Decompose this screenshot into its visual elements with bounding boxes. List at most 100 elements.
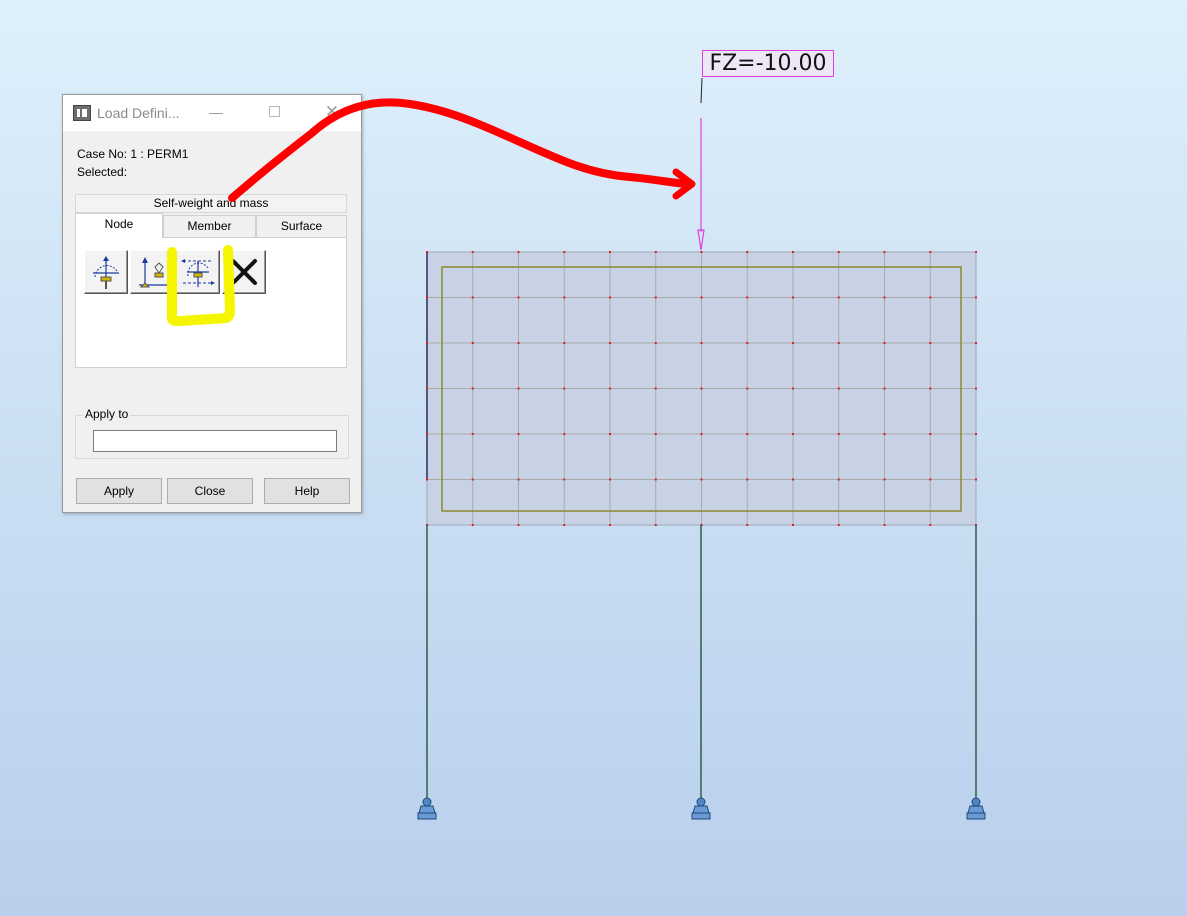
- mesh-node[interactable]: [883, 478, 886, 481]
- mesh-node[interactable]: [792, 296, 794, 299]
- mesh-node[interactable]: [426, 433, 428, 435]
- mesh-node[interactable]: [700, 478, 703, 481]
- pinned-support-icon[interactable]: [966, 797, 986, 820]
- mesh-node[interactable]: [837, 524, 840, 526]
- mesh-node[interactable]: [563, 387, 566, 390]
- mesh-node[interactable]: [883, 433, 886, 435]
- mesh-node[interactable]: [654, 251, 657, 253]
- slab-panel[interactable]: [426, 251, 977, 526]
- mesh-node[interactable]: [929, 387, 932, 390]
- mesh-node[interactable]: [609, 433, 611, 435]
- mesh-node[interactable]: [837, 478, 840, 481]
- mesh-node[interactable]: [517, 433, 520, 435]
- mesh-node[interactable]: [654, 387, 657, 390]
- mesh-node[interactable]: [563, 251, 566, 253]
- mesh-node[interactable]: [975, 433, 977, 435]
- mesh-node[interactable]: [746, 524, 749, 526]
- mesh-node[interactable]: [837, 251, 840, 253]
- mesh-node[interactable]: [883, 524, 886, 526]
- mesh-node[interactable]: [883, 296, 886, 299]
- mesh-node[interactable]: [700, 433, 703, 435]
- mesh-node[interactable]: [792, 478, 794, 481]
- mesh-node[interactable]: [746, 251, 749, 253]
- mesh-node[interactable]: [654, 342, 657, 344]
- mesh-node[interactable]: [700, 251, 703, 253]
- apply-button[interactable]: Apply: [76, 478, 162, 504]
- mesh-node[interactable]: [837, 387, 840, 390]
- mesh-node[interactable]: [654, 478, 657, 481]
- apply-to-input[interactable]: [93, 430, 337, 452]
- mesh-node[interactable]: [746, 478, 749, 481]
- mesh-node[interactable]: [471, 524, 474, 526]
- tab-member[interactable]: Member: [163, 215, 256, 237]
- mesh-node[interactable]: [929, 251, 932, 253]
- mesh-node[interactable]: [517, 387, 520, 390]
- nodal-force-button[interactable]: [84, 250, 128, 294]
- mesh-node[interactable]: [975, 342, 977, 344]
- mesh-node[interactable]: [837, 433, 840, 435]
- mesh-node[interactable]: [517, 296, 520, 299]
- mesh-node[interactable]: [746, 387, 749, 390]
- mesh-node[interactable]: [654, 433, 657, 435]
- mesh-node[interactable]: [883, 251, 886, 253]
- mesh-node[interactable]: [426, 387, 428, 390]
- mesh-node[interactable]: [975, 478, 977, 481]
- close-button[interactable]: Close: [167, 478, 253, 504]
- mesh-node[interactable]: [471, 251, 474, 253]
- nodal-load-arrow[interactable]: [697, 77, 705, 251]
- mesh-node[interactable]: [929, 478, 932, 481]
- pinned-support-icon[interactable]: [417, 797, 437, 820]
- mesh-node[interactable]: [700, 387, 703, 390]
- mesh-node[interactable]: [975, 251, 977, 253]
- mesh-node[interactable]: [563, 433, 566, 435]
- mesh-node[interactable]: [563, 524, 566, 526]
- mesh-node[interactable]: [426, 251, 428, 253]
- mesh-node[interactable]: [609, 342, 611, 344]
- mesh-node[interactable]: [654, 296, 657, 299]
- self-weight-and-mass-tab[interactable]: Self-weight and mass: [75, 194, 347, 213]
- mesh-node[interactable]: [883, 387, 886, 390]
- mesh-node[interactable]: [792, 251, 794, 253]
- help-button[interactable]: Help: [264, 478, 350, 504]
- mesh-node[interactable]: [517, 342, 520, 344]
- mesh-node[interactable]: [517, 251, 520, 253]
- tab-node[interactable]: Node: [75, 213, 163, 238]
- mesh-node[interactable]: [609, 524, 611, 526]
- mesh-node[interactable]: [883, 342, 886, 344]
- mesh-node[interactable]: [609, 387, 611, 390]
- maximize-button[interactable]: [259, 101, 289, 123]
- mesh-node[interactable]: [929, 524, 932, 526]
- mesh-node[interactable]: [563, 296, 566, 299]
- close-window-button[interactable]: ✕: [317, 101, 347, 123]
- mesh-node[interactable]: [654, 524, 657, 526]
- mesh-node[interactable]: [471, 296, 474, 299]
- mesh-node[interactable]: [471, 342, 474, 344]
- mesh-node[interactable]: [746, 296, 749, 299]
- mesh-node[interactable]: [426, 296, 428, 299]
- mesh-node[interactable]: [471, 478, 474, 481]
- mesh-node[interactable]: [929, 296, 932, 299]
- mesh-node[interactable]: [929, 342, 932, 344]
- mesh-node[interactable]: [609, 478, 611, 481]
- delete-load-button[interactable]: [222, 250, 266, 294]
- pinned-support-icon[interactable]: [691, 797, 711, 820]
- mesh-node[interactable]: [746, 433, 749, 435]
- mesh-node[interactable]: [517, 478, 520, 481]
- mesh-node[interactable]: [792, 387, 794, 390]
- mesh-node[interactable]: [837, 342, 840, 344]
- mesh-node[interactable]: [746, 342, 749, 344]
- mesh-node[interactable]: [929, 433, 932, 435]
- mesh-node[interactable]: [471, 433, 474, 435]
- mesh-node[interactable]: [700, 296, 703, 299]
- minimize-button[interactable]: —: [201, 101, 231, 123]
- mesh-node[interactable]: [792, 524, 794, 526]
- dialog-titlebar[interactable]: Load Defini... — ✕: [63, 95, 361, 131]
- mesh-node[interactable]: [837, 296, 840, 299]
- tab-surface[interactable]: Surface: [256, 215, 347, 237]
- mesh-node[interactable]: [426, 342, 428, 344]
- mesh-node[interactable]: [563, 478, 566, 481]
- mesh-node[interactable]: [426, 478, 428, 481]
- mesh-node[interactable]: [975, 296, 977, 299]
- mesh-node[interactable]: [792, 433, 794, 435]
- mesh-node[interactable]: [975, 387, 977, 390]
